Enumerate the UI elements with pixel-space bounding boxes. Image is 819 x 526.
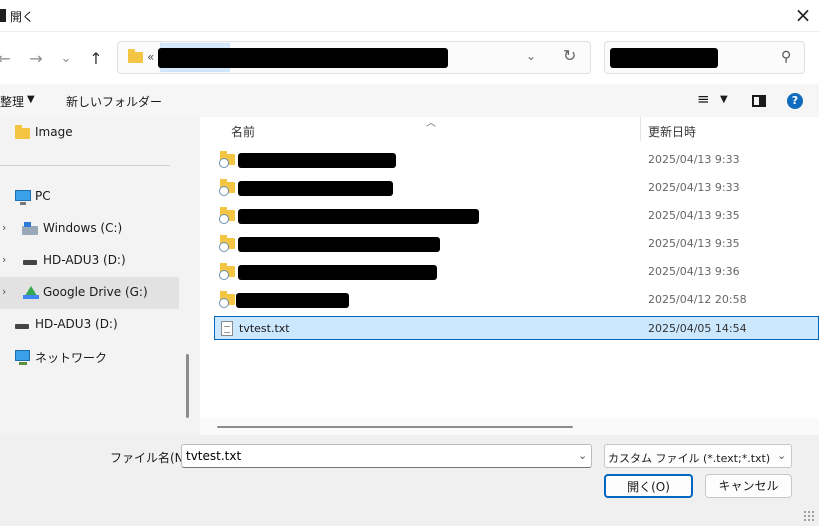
cloud-folder-icon bbox=[219, 179, 235, 196]
redacted-filename bbox=[238, 209, 479, 224]
refresh-icon[interactable]: ↻ bbox=[563, 46, 576, 65]
cloud-folder-icon bbox=[219, 235, 235, 252]
modified-date: 2025/04/13 9:36 bbox=[648, 265, 740, 278]
pc-icon bbox=[15, 190, 31, 205]
preview-pane-icon[interactable] bbox=[752, 95, 766, 107]
address-prefix: « bbox=[147, 50, 155, 64]
resize-grip-icon[interactable] bbox=[803, 510, 815, 522]
cloud-folder-icon bbox=[219, 151, 235, 168]
sidebar-item-hd-adu3-d-2[interactable]: HD-ADU3 (D:) bbox=[0, 309, 179, 341]
search-box[interactable]: ⚲ bbox=[604, 41, 805, 74]
network-icon bbox=[15, 350, 30, 365]
drive-icon bbox=[23, 260, 37, 265]
sidebar-item-label: PC bbox=[35, 189, 51, 203]
modified-date: 2025/04/13 9:35 bbox=[648, 237, 740, 250]
table-row[interactable]: 2025/04/12 20:58 bbox=[214, 288, 819, 312]
google-drive-icon bbox=[23, 286, 39, 299]
address-bar[interactable]: « ⌄ ↻ bbox=[117, 41, 591, 74]
modified-date: 2025/04/13 9:33 bbox=[648, 153, 740, 166]
navigation-bar: ← → ⌄ ↑ « ⌄ ↻ ⚲ bbox=[0, 32, 819, 84]
table-row-selected[interactable]: tvtest.txt 2025/04/05 14:54 bbox=[214, 316, 819, 340]
redacted-filename bbox=[238, 153, 396, 168]
sidebar-item-windows-c[interactable]: › Windows (C:) bbox=[0, 213, 179, 245]
cloud-folder-icon bbox=[219, 207, 235, 224]
open-button[interactable]: 開く(O) bbox=[604, 474, 693, 498]
navigation-pane: Image PC › Windows (C:) › HD-ADU3 (D:) ›… bbox=[0, 117, 192, 435]
text-file-icon bbox=[221, 321, 233, 336]
sidebar-item-label: HD-ADU3 (D:) bbox=[43, 253, 126, 267]
file-name: tvtest.txt bbox=[239, 322, 290, 335]
folder-icon bbox=[15, 125, 30, 139]
address-dropdown-icon[interactable]: ⌄ bbox=[526, 49, 536, 63]
sidebar-divider bbox=[0, 165, 170, 166]
app-icon bbox=[0, 9, 6, 22]
window-title: 開く bbox=[10, 10, 35, 24]
drive-icon bbox=[15, 324, 29, 329]
recent-locations-button[interactable]: ⌄ bbox=[55, 49, 77, 69]
modified-date: 2025/04/13 9:33 bbox=[648, 181, 740, 194]
table-row[interactable]: 2025/04/13 9:36 bbox=[214, 260, 819, 284]
table-row[interactable]: 2025/04/13 9:35 bbox=[214, 232, 819, 256]
search-icon[interactable]: ⚲ bbox=[781, 49, 791, 65]
up-button[interactable]: ↑ bbox=[85, 49, 107, 69]
sidebar-item-network[interactable]: ネットワーク bbox=[0, 341, 179, 373]
chevron-right-icon[interactable]: › bbox=[2, 221, 6, 234]
filename-input[interactable] bbox=[181, 444, 592, 468]
redacted-filename bbox=[238, 181, 393, 196]
redacted-search-text bbox=[610, 48, 718, 68]
file-type-filter[interactable]: カスタム ファイル (*.text;*.txt) ⌄ bbox=[604, 444, 792, 468]
redacted-path bbox=[158, 48, 448, 68]
new-folder-button[interactable]: 新しいフォルダー bbox=[66, 93, 162, 110]
sidebar-item-label: Google Drive (G:) bbox=[43, 285, 148, 299]
modified-date: 2025/04/12 20:58 bbox=[648, 293, 747, 306]
dialog-footer: ファイル名(N): ⌄ カスタム ファイル (*.text;*.txt) ⌄ 開… bbox=[0, 435, 819, 526]
sidebar-item-label: ネットワーク bbox=[35, 351, 108, 365]
sidebar-item-image[interactable]: Image bbox=[0, 117, 179, 149]
chevron-right-icon[interactable]: › bbox=[2, 285, 6, 298]
scrollbar-thumb[interactable] bbox=[217, 426, 573, 428]
windows-drive-icon bbox=[22, 222, 38, 235]
sidebar-item-pc[interactable]: PC bbox=[0, 181, 179, 213]
modified-date: 2025/04/05 14:54 bbox=[648, 322, 747, 335]
column-header-modified[interactable]: 更新日時 bbox=[648, 123, 696, 140]
chevron-down-icon[interactable]: ⌄ bbox=[578, 449, 587, 462]
sidebar-item-label: Windows (C:) bbox=[43, 221, 123, 235]
chevron-right-icon[interactable]: › bbox=[2, 253, 6, 266]
chevron-down-icon[interactable]: ⌄ bbox=[777, 449, 786, 462]
sidebar-item-label: Image bbox=[35, 125, 73, 139]
caret-down-icon[interactable]: ▼ bbox=[720, 94, 728, 105]
forward-button[interactable]: → bbox=[25, 49, 47, 69]
table-row[interactable]: 2025/04/13 9:33 bbox=[214, 176, 819, 200]
folder-icon bbox=[128, 49, 143, 63]
sidebar-item-hd-adu3-d[interactable]: › HD-ADU3 (D:) bbox=[0, 245, 179, 277]
organize-button[interactable]: 整理 bbox=[0, 93, 24, 110]
sidebar-scrollbar[interactable] bbox=[186, 354, 189, 418]
sidebar-item-google-drive[interactable]: › Google Drive (G:) bbox=[0, 277, 179, 309]
horizontal-scrollbar[interactable] bbox=[200, 418, 819, 435]
redacted-filename bbox=[238, 265, 437, 280]
column-header-name[interactable]: 名前 bbox=[231, 123, 255, 140]
table-row[interactable]: 2025/04/13 9:33 bbox=[214, 148, 819, 172]
modified-date: 2025/04/13 9:35 bbox=[648, 209, 740, 222]
table-row[interactable]: 2025/04/13 9:35 bbox=[214, 204, 819, 228]
cancel-button[interactable]: キャンセル bbox=[705, 474, 792, 498]
sort-ascending-icon: ︿ bbox=[426, 118, 436, 129]
cloud-folder-icon bbox=[219, 263, 235, 280]
column-divider[interactable] bbox=[640, 117, 641, 141]
sidebar-item-label: HD-ADU3 (D:) bbox=[35, 317, 118, 331]
close-button[interactable]: × bbox=[792, 5, 814, 27]
cloud-folder-icon bbox=[219, 291, 235, 308]
back-button[interactable]: ← bbox=[0, 49, 15, 69]
caret-down-icon[interactable]: ▼ bbox=[27, 94, 35, 105]
redacted-filename bbox=[236, 293, 349, 308]
file-type-value: カスタム ファイル (*.text;*.txt) bbox=[608, 452, 771, 465]
title-bar: 開く × bbox=[0, 0, 819, 32]
view-options-icon[interactable]: ≡ bbox=[697, 90, 710, 108]
help-icon[interactable]: ? bbox=[787, 93, 803, 109]
command-bar: 整理 ▼ 新しいフォルダー ≡ ▼ ? bbox=[0, 84, 819, 117]
file-list: ︿ 名前 更新日時 2025/04/13 9:33 2025/04/13 9:3… bbox=[200, 117, 819, 418]
redacted-filename bbox=[238, 237, 440, 252]
